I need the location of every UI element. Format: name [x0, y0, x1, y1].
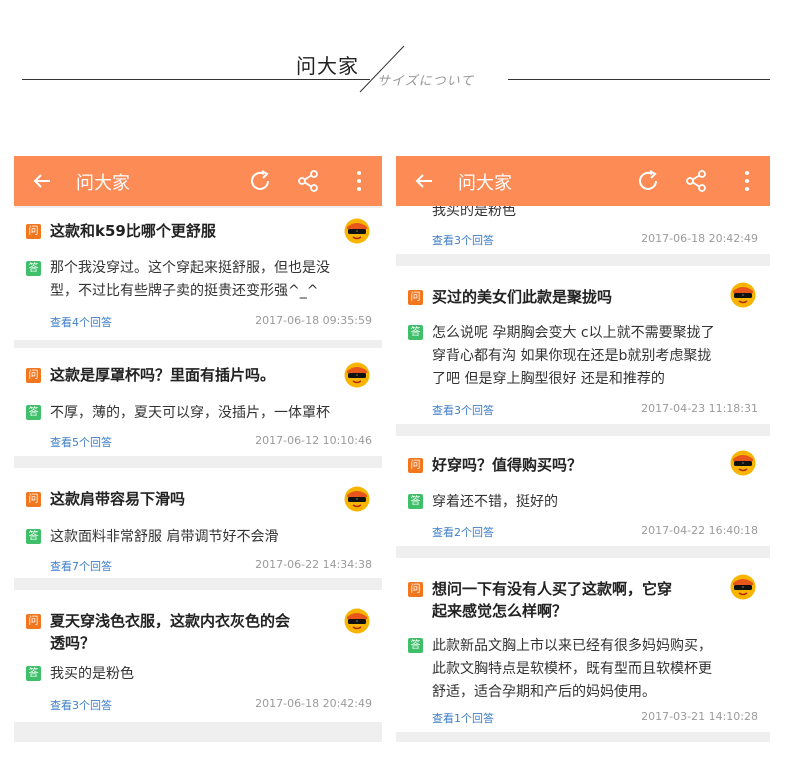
question-line: 透吗？: [50, 634, 96, 652]
question-badge: 问: [408, 458, 423, 473]
qa-card[interactable]: 问 这款是厚罩杯吗？里面有插片吗。 答 不厚，薄的，夏天可以穿，没插片，一体罩杯…: [14, 348, 382, 456]
answer-badge: 答: [408, 638, 423, 653]
app-bar: 问大家: [396, 156, 770, 206]
avatar-icon: [730, 574, 756, 600]
back-arrow-icon[interactable]: [30, 169, 54, 193]
avatar-icon: [730, 282, 756, 308]
answer-badge: 答: [26, 261, 41, 276]
post-date: 2017-04-22 16:40:18: [641, 524, 758, 537]
app-bar: 问大家: [14, 156, 382, 206]
view-answers-link[interactable]: 查看4个回答: [50, 314, 112, 330]
qa-card[interactable]: 问 这款和k59比哪个更舒服 答 那个我没穿过。这个穿起来挺舒服，但也是没 型，…: [14, 208, 382, 340]
answer-line: 穿背心都有沟 如果你现在还是b就别考虑聚拢: [432, 348, 712, 364]
share-icon[interactable]: [684, 169, 708, 193]
answer-line: 怎么说呢 孕期胸会变大 c以上就不需要聚拢了: [432, 325, 715, 341]
answer-badge: 答: [26, 666, 41, 681]
question-badge: 问: [408, 290, 423, 305]
app-bar-title: 问大家: [76, 173, 130, 194]
view-answers-link[interactable]: 查看1个回答: [432, 710, 494, 726]
answer-badge: 答: [26, 529, 41, 544]
question-badge: 问: [26, 492, 41, 507]
avatar-icon: [344, 218, 370, 244]
left-phone-screen: 问大家 问 这款和k59比哪个更舒服 答 那个我没穿过。这个穿起来挺舒服，但也是…: [14, 156, 382, 742]
question-text: 这款肩带容易下滑吗: [50, 490, 186, 508]
question-text: 好穿吗？值得购买吗？: [432, 456, 583, 474]
right-phone-screen: 我买的是粉色 查看3个回答 2017-06-18 20:42:49 问大家 问 …: [396, 156, 770, 742]
header-divider-left: [22, 79, 370, 80]
view-answers-link[interactable]: 查看3个回答: [432, 232, 494, 248]
question-badge: 问: [408, 582, 423, 597]
header-divider-right: [508, 79, 770, 80]
answer-line: 不厚，薄的，夏天可以穿，没插片，一体罩杯: [50, 405, 330, 421]
qa-card[interactable]: 问 这款肩带容易下滑吗 答 这款面料非常舒服 肩带调节好不会滑 查看7个回答 2…: [14, 468, 382, 578]
section-subtitle: サイズについて: [377, 74, 475, 89]
question-badge: 问: [26, 368, 41, 383]
answer-line: 舒适，适合孕期和产后的妈妈使用。: [432, 684, 656, 700]
answer-line: 型，不过比有些牌子卖的挺贵还变形强^_^: [50, 283, 319, 299]
answer-line: 了吧 但是穿上胸型很好 还是和推荐的: [432, 371, 665, 387]
more-vertical-icon[interactable]: [742, 169, 752, 193]
post-date: 2017-06-18 20:42:49: [255, 697, 372, 710]
answer-line: 穿着还不错，挺好的: [432, 494, 558, 510]
refresh-icon[interactable]: [248, 169, 272, 193]
question-badge: 问: [26, 224, 41, 239]
question-badge: 问: [26, 614, 41, 629]
more-vertical-icon[interactable]: [354, 169, 364, 193]
view-answers-link[interactable]: 查看7个回答: [50, 558, 112, 574]
question-text: 这款和k59比哪个更舒服: [50, 222, 216, 240]
answer-line: 此款新品文胸上市以来已经有很多妈妈购买，: [432, 638, 712, 654]
question-line: 夏天穿浅色衣服，这款内衣灰色的会: [50, 612, 291, 630]
answer-badge: 答: [408, 325, 423, 340]
answer-line: 那个我没穿过。这个穿起来挺舒服，但也是没: [50, 260, 330, 276]
avatar-icon: [344, 608, 370, 634]
view-answers-link[interactable]: 查看3个回答: [50, 697, 112, 713]
question-line: 起来感觉怎么样啊？: [432, 602, 568, 620]
answer-line: 这款面料非常舒服 肩带调节好不会滑: [50, 529, 279, 545]
post-date: 2017-06-18 09:35:59: [255, 314, 372, 327]
back-arrow-icon[interactable]: [412, 169, 436, 193]
post-date: 2017-06-22 14:34:38: [255, 558, 372, 571]
view-answers-link[interactable]: 查看2个回答: [432, 524, 494, 540]
qa-card[interactable]: 问 好穿吗？值得购买吗？ 答 穿着还不错，挺好的 查看2个回答 2017-04-…: [396, 436, 770, 546]
post-date: 2017-04-23 11:18:31: [641, 402, 758, 415]
post-date: 2017-06-18 20:42:49: [641, 232, 758, 245]
refresh-icon[interactable]: [636, 169, 660, 193]
qa-card[interactable]: 问 买过的美女们此款是聚拢吗 答 怎么说呢 孕期胸会变大 c以上就不需要聚拢了 …: [396, 266, 770, 424]
view-answers-link[interactable]: 查看5个回答: [50, 434, 112, 450]
question-text: 买过的美女们此款是聚拢吗: [432, 288, 613, 306]
post-date: 2017-06-12 10:10:46: [255, 434, 372, 447]
question-text: 这款是厚罩杯吗？里面有插片吗。: [50, 366, 276, 384]
answer-badge: 答: [26, 405, 41, 420]
avatar-icon: [344, 486, 370, 512]
qa-card[interactable]: 问 想问一下有没有人买了这款啊，它穿 起来感觉怎么样啊？ 答 此款新品文胸上市以…: [396, 558, 770, 732]
share-icon[interactable]: [296, 169, 320, 193]
avatar-icon: [730, 450, 756, 476]
question-line: 想问一下有没有人买了这款啊，它穿: [432, 580, 673, 598]
app-bar-title: 问大家: [458, 173, 512, 194]
answer-line: 我买的是粉色: [50, 666, 134, 682]
section-title: 问大家: [296, 54, 359, 78]
qa-card[interactable]: 问 夏天穿浅色衣服，这款内衣灰色的会 透吗？ 答 我买的是粉色 查看3个回答 2…: [14, 590, 382, 722]
answer-badge: 答: [408, 494, 423, 509]
post-date: 2017-03-21 14:10:28: [641, 710, 758, 723]
view-answers-link[interactable]: 查看3个回答: [432, 402, 494, 418]
answer-line: 此款文胸特点是软模杯，既有型而且软模杯更: [432, 661, 712, 677]
avatar-icon: [344, 362, 370, 388]
